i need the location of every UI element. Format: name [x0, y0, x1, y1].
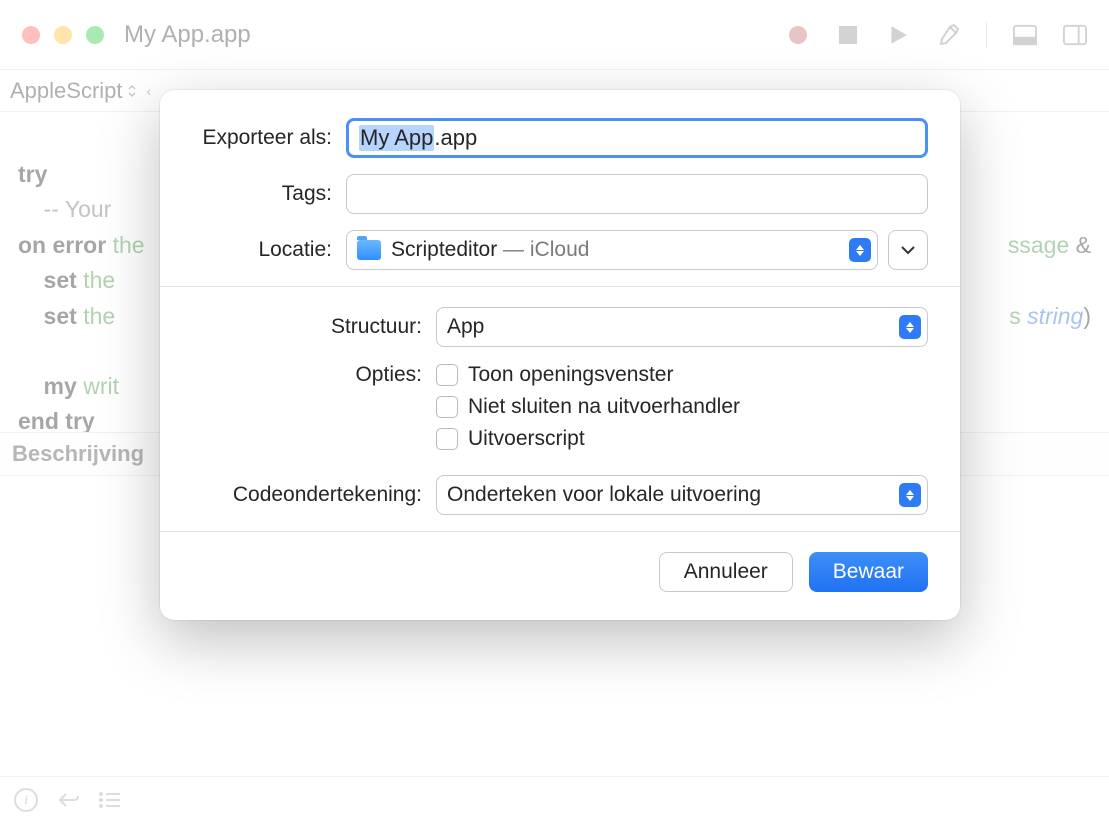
chevron-updown-icon [127, 83, 137, 99]
show-startup-label: Toon openingsvenster [468, 363, 673, 387]
popup-arrows-icon [899, 483, 921, 507]
code-token: end try [18, 408, 95, 432]
path-chevron-icon: ‹ [147, 83, 152, 99]
run-only-label: Uitvoerscript [468, 427, 585, 451]
code-token: try [18, 161, 47, 187]
code-token: -- Your [18, 196, 111, 222]
window-controls [22, 26, 104, 44]
save-button[interactable]: Bewaar [809, 552, 928, 592]
structure-popup[interactable]: App [436, 307, 928, 347]
export-as-label: Exporteer als: [192, 126, 332, 150]
footer-bar: i [0, 776, 1109, 822]
codesign-popup[interactable]: Onderteken voor lokale uitvoering [436, 475, 928, 515]
info-icon[interactable]: i [14, 788, 38, 812]
build-button[interactable] [936, 23, 960, 47]
language-picker-label: AppleScript [10, 78, 123, 104]
code-token: my [18, 373, 77, 399]
structure-value: App [447, 315, 484, 339]
run-only-checkbox[interactable] [436, 428, 458, 450]
location-folder-name: Scripteditor [391, 238, 497, 261]
code-token: the [77, 267, 115, 293]
popup-arrows-icon [899, 315, 921, 339]
code-token: the [77, 303, 115, 329]
popup-arrows-icon [849, 238, 871, 262]
minimize-window-button[interactable] [54, 26, 72, 44]
location-popup[interactable]: Scripteditor — iCloud [346, 230, 878, 270]
folder-icon [357, 240, 381, 260]
filename-selected-text: My App [359, 125, 434, 151]
codesign-value: Onderteken voor lokale uitvoering [447, 483, 761, 507]
code-token: on error [18, 232, 106, 258]
list-icon[interactable] [98, 790, 122, 810]
export-sheet: Exporteer als: My App.app Tags: Locatie:… [160, 90, 960, 620]
sheet-divider [160, 286, 960, 287]
code-token: set [18, 303, 77, 329]
codesign-label: Codeondertekening: [192, 483, 422, 507]
stay-open-label: Niet sluiten na uitvoerhandler [468, 395, 740, 419]
export-filename-input[interactable]: My App.app [346, 118, 928, 158]
location-sep: — [497, 238, 530, 261]
code-token: & [1069, 232, 1091, 258]
stop-button[interactable] [836, 23, 860, 47]
cancel-button[interactable]: Annuleer [659, 552, 793, 592]
code-token: writ [77, 373, 119, 399]
structure-label: Structuur: [192, 315, 422, 339]
language-picker[interactable]: AppleScript [10, 78, 137, 104]
code-token: s [1009, 303, 1027, 329]
location-label: Locatie: [192, 238, 332, 262]
expand-location-button[interactable] [888, 230, 928, 270]
sheet-divider [160, 531, 960, 532]
record-button[interactable] [786, 23, 810, 47]
filename-extension: .app [434, 125, 477, 151]
reply-icon[interactable] [56, 790, 80, 810]
options-label: Opties: [192, 363, 422, 387]
run-button[interactable] [886, 23, 910, 47]
zoom-window-button[interactable] [86, 26, 104, 44]
location-source: iCloud [530, 238, 590, 261]
code-token: string [1027, 303, 1083, 329]
code-token: ssage [1008, 232, 1069, 258]
stay-open-checkbox[interactable] [436, 396, 458, 418]
window-title: My App.app [124, 21, 786, 49]
toolbar [786, 22, 1087, 48]
tags-label: Tags: [192, 182, 332, 206]
show-startup-checkbox[interactable] [436, 364, 458, 386]
sidebar-toggle-button[interactable] [1063, 23, 1087, 47]
code-token: ) [1083, 303, 1091, 329]
close-window-button[interactable] [22, 26, 40, 44]
titlebar: My App.app [0, 0, 1109, 70]
toolbar-divider [986, 22, 987, 48]
tags-input[interactable] [346, 174, 928, 214]
view-mode-button[interactable] [1013, 23, 1037, 47]
code-token: the [106, 232, 144, 258]
code-token: set [18, 267, 77, 293]
